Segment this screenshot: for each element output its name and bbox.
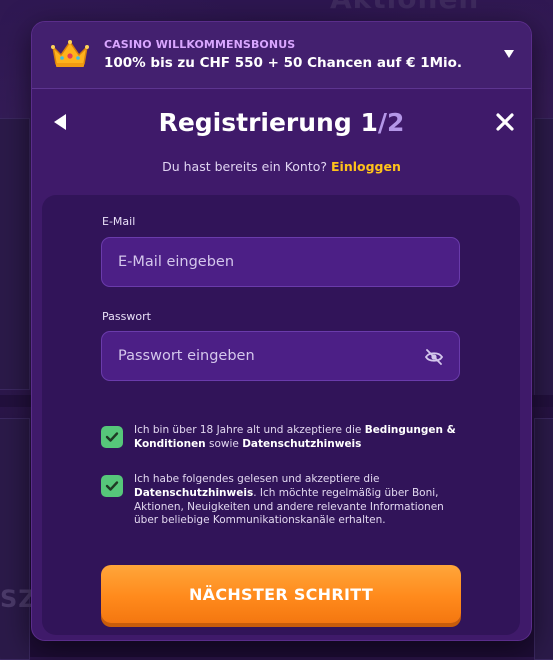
page-title: Registrierung 1/2	[32, 108, 531, 137]
privacy-link[interactable]: Datenschutzhinweis	[134, 487, 253, 499]
crown-icon	[51, 40, 89, 67]
login-prompt-row: Du hast bereits ein Konto? Einloggen	[32, 159, 531, 174]
welcome-bonus-banner[interactable]: CASINO WILLKOMMENSBONUS 100% bis zu CHF …	[32, 22, 531, 89]
email-placeholder: E-Mail eingeben	[118, 254, 235, 270]
background-heading: Aktionen	[330, 0, 479, 15]
privacy-link[interactable]: Datenschutzhinweis	[242, 438, 361, 450]
background-tile	[0, 418, 30, 660]
close-icon[interactable]	[495, 112, 515, 132]
step-current: 1	[360, 108, 378, 137]
login-link[interactable]: Einloggen	[331, 159, 401, 174]
marketing-consent-checkbox[interactable]	[101, 475, 123, 497]
email-label: E-Mail	[102, 215, 136, 228]
title-text: Registrierung	[158, 108, 352, 137]
banner-label: CASINO WILLKOMMENSBONUS	[104, 38, 296, 51]
background-tile	[534, 418, 553, 660]
eye-off-icon[interactable]	[425, 349, 443, 365]
registration-modal: CASINO WILLKOMMENSBONUS 100% bis zu CHF …	[31, 21, 532, 641]
step-total: /2	[377, 108, 405, 137]
consent-text: sowie	[209, 437, 239, 450]
age-terms-consent-text: Ich bin über 18 Jahre alt und akzeptiere…	[134, 424, 464, 452]
checkmark-icon	[105, 432, 119, 442]
password-field[interactable]: Passwort eingeben	[101, 331, 460, 381]
background-tile	[0, 118, 30, 390]
chevron-down-icon[interactable]	[503, 49, 515, 59]
login-prompt: Du hast bereits ein Konto?	[162, 159, 328, 174]
password-placeholder: Passwort eingeben	[118, 348, 255, 364]
checkmark-icon	[105, 481, 119, 491]
marketing-consent-text: Ich habe folgendes gelesen und akzeptier…	[134, 473, 464, 528]
registration-form: E-Mail E-Mail eingeben Passwort Passwort…	[42, 195, 520, 635]
consent-text: Ich bin über 18 Jahre alt und akzeptiere…	[134, 424, 362, 436]
next-step-button[interactable]: NÄCHSTER SCHRITT	[101, 565, 461, 623]
age-terms-checkbox[interactable]	[101, 426, 123, 448]
banner-title: 100% bis zu CHF 550 + 50 Chancen auf € 1…	[104, 55, 463, 71]
consent-text: Ich habe folgendes gelesen und akzeptier…	[134, 473, 380, 485]
password-label: Passwort	[102, 310, 151, 323]
email-field[interactable]: E-Mail eingeben	[101, 237, 460, 287]
background-tile	[534, 118, 553, 400]
